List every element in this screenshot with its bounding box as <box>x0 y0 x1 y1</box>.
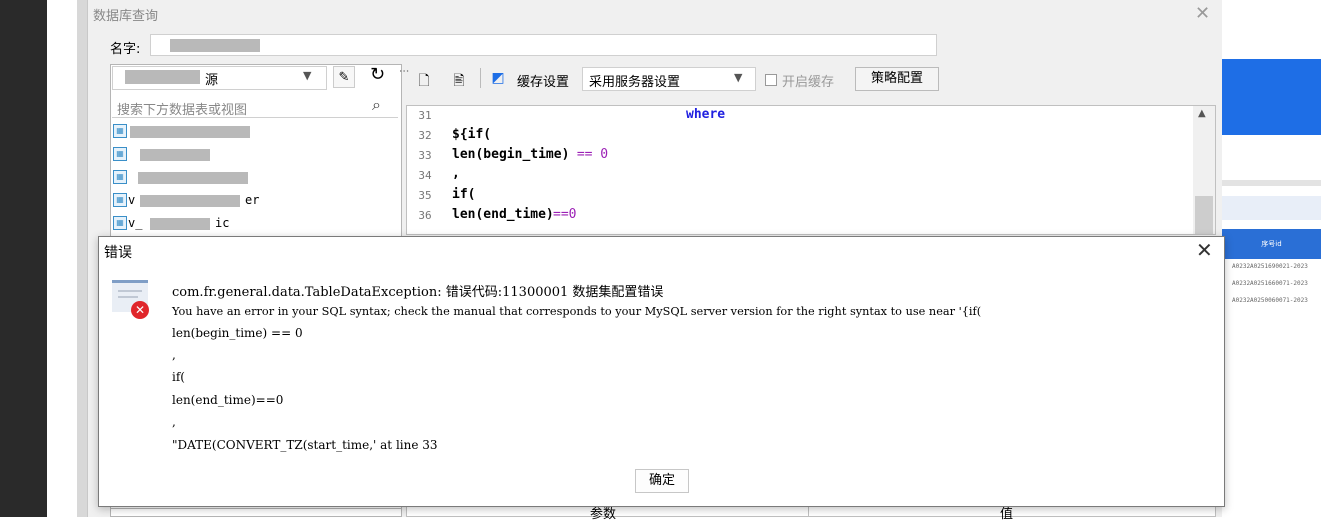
edit-datasource-icon[interactable]: ✎ <box>333 66 355 88</box>
tree-item-label[interactable]: v_ <box>128 216 142 230</box>
left-border <box>77 0 87 517</box>
background-table-header: 序号id <box>1222 229 1321 259</box>
close-icon[interactable]: ✕ <box>1196 238 1213 262</box>
scroll-up-icon[interactable]: ▲ <box>1198 108 1206 119</box>
line-number: 31 <box>418 109 432 122</box>
redacted-name <box>170 39 260 52</box>
code-line: ${if( <box>452 127 492 142</box>
cache-settings-label: 缓存设置 <box>517 75 570 90</box>
window-title: 数据库查询 <box>93 9 159 24</box>
table-icon: ▦ <box>113 147 127 161</box>
scrollbar-thumb[interactable] <box>1195 196 1213 234</box>
splitter-grip-icon[interactable]: ⋮ <box>398 66 409 76</box>
line-number: 32 <box>418 129 432 142</box>
error-message-line: , <box>172 415 176 429</box>
code-line: , <box>452 166 460 181</box>
error-document-icon-line <box>118 296 138 298</box>
error-message-line: , <box>172 348 176 362</box>
background-app-strip <box>1222 196 1321 220</box>
enable-cache-checkbox[interactable] <box>765 74 777 86</box>
table-icon: ▦ <box>113 124 127 138</box>
tree-item-label-suffix: er <box>245 193 260 207</box>
tree-item-label-suffix: ic <box>215 216 230 230</box>
datasource-label: 源 <box>205 73 219 88</box>
background-app-divider <box>1222 180 1321 186</box>
error-message-line: len(end_time)==0 <box>172 393 284 407</box>
background-table-cell: A0232A0251690021-2023 <box>1232 263 1308 270</box>
redacted-table-name <box>138 172 248 184</box>
left-margin <box>47 0 77 517</box>
refresh-icon[interactable]: ↻ <box>370 64 385 85</box>
search-icon[interactable]: ⌕ <box>372 95 381 115</box>
redacted-table-name <box>130 126 250 138</box>
redacted-table-name <box>150 218 210 230</box>
error-message-line: len(begin_time) == 0 <box>172 326 303 340</box>
code-line: len(end_time) <box>452 207 554 222</box>
background-app-banner <box>1222 59 1321 135</box>
enable-cache-label: 开启缓存 <box>782 75 835 90</box>
error-message-line: "DATE(CONVERT_TZ(start_time,' at line 33 <box>172 438 438 452</box>
name-label: 名字: <box>110 42 141 57</box>
ok-button[interactable]: 确定 <box>635 469 689 493</box>
error-document-icon-line <box>118 290 142 292</box>
background-table-cell: A0232A0251660071-2023 <box>1232 280 1308 287</box>
toolbar-separator <box>480 68 481 88</box>
error-message-line: com.fr.general.data.TableDataException: … <box>172 285 664 300</box>
table-icon: ▦ <box>113 170 127 184</box>
close-icon[interactable]: ✕ <box>1195 3 1210 24</box>
line-number: 36 <box>418 209 432 222</box>
strategy-config-button[interactable]: 策略配置 <box>855 67 939 91</box>
error-message-line: if( <box>172 370 185 384</box>
preview-icon[interactable]: 🗋 <box>416 70 432 89</box>
sql-icon[interactable]: 🖹 <box>451 70 467 89</box>
cache-icon[interactable]: ◩ <box>490 70 506 88</box>
chevron-down-icon[interactable]: ▼ <box>734 71 742 84</box>
code-line-tail: == 0 <box>569 147 609 162</box>
code-line-tail: ==0 <box>553 207 577 222</box>
code-line: where <box>686 107 726 122</box>
redacted-datasource <box>125 70 200 84</box>
name-input[interactable] <box>150 34 937 56</box>
line-number: 33 <box>418 149 432 162</box>
error-dialog <box>98 236 1225 507</box>
error-message-line: You have an error in your SQL syntax; ch… <box>172 305 982 318</box>
redacted-table-name <box>140 195 240 207</box>
line-number: 34 <box>418 169 432 182</box>
view-icon: ▦ <box>113 193 127 207</box>
table-browser-bottom <box>110 508 402 517</box>
search-placeholder: 搜索下方数据表或视图 <box>117 103 248 118</box>
chevron-down-icon[interactable]: ▼ <box>303 69 311 82</box>
view-icon: ▦ <box>113 216 127 230</box>
left-dark-panel <box>0 0 47 517</box>
redacted-table-name <box>140 149 210 161</box>
tree-item-label[interactable]: v <box>128 193 135 207</box>
line-number: 35 <box>418 189 432 202</box>
error-dialog-title: 错误 <box>104 245 132 261</box>
background-table-cell: A0232A0250060071-2023 <box>1232 297 1308 304</box>
code-line: if( <box>452 187 476 202</box>
error-x-icon: ✕ <box>131 301 149 319</box>
code-line: len(begin_time) <box>452 147 570 162</box>
cache-mode-value: 采用服务器设置 <box>589 75 681 90</box>
